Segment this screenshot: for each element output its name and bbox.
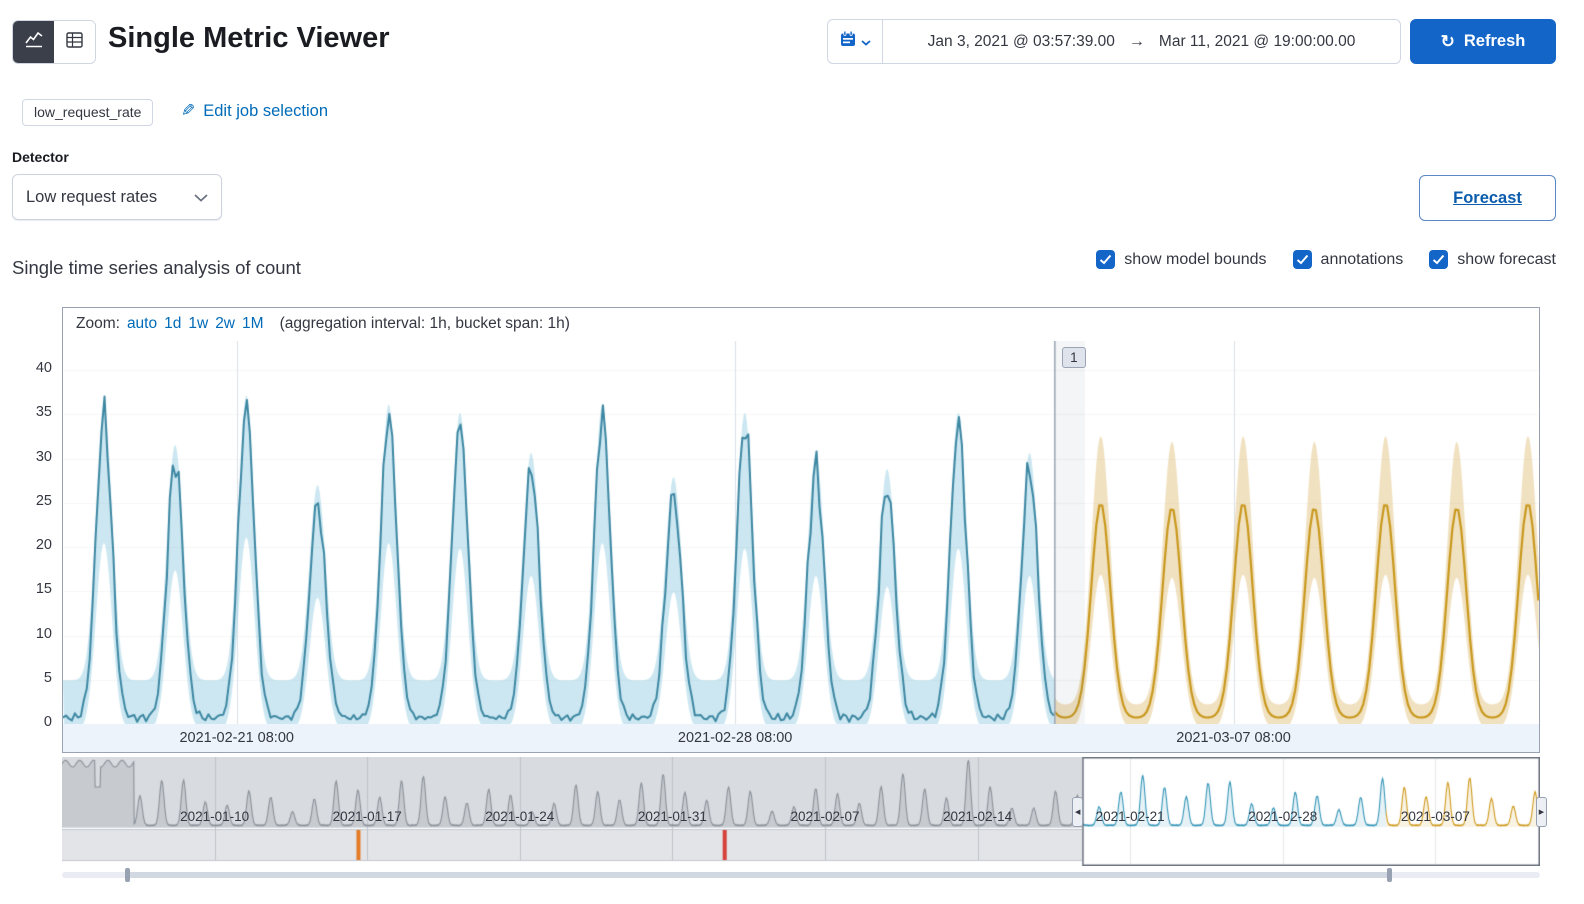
single-metric-viewer-page: Single Metric Viewer Jan 3, 2021 @ 03:57… bbox=[0, 0, 1584, 904]
checkbox-label: show model bounds bbox=[1124, 250, 1267, 268]
y-axis-tick-label: 10 bbox=[35, 625, 52, 642]
chart-line-icon bbox=[24, 31, 43, 53]
y-axis-tick-label: 30 bbox=[35, 448, 52, 465]
x-axis-tick-label: 2021-03-07 08:00 bbox=[1176, 730, 1291, 746]
chart-view-button[interactable] bbox=[13, 21, 54, 63]
view-toggle-group bbox=[12, 20, 96, 64]
main-chart-canvas[interactable] bbox=[63, 341, 1539, 724]
y-axis-tick-label: 20 bbox=[35, 537, 52, 554]
select-chevron-down-icon bbox=[194, 188, 208, 207]
refresh-button-label: Refresh bbox=[1463, 32, 1526, 50]
checkbox-show-model-bounds[interactable] bbox=[1096, 250, 1116, 269]
refresh-icon bbox=[1441, 32, 1455, 52]
detector-selected-option: Low request rates bbox=[26, 187, 158, 206]
y-axis-tick-label: 0 bbox=[43, 714, 52, 730]
scrollbar-handle-left[interactable] bbox=[125, 868, 130, 882]
forecast-button[interactable]: Forecast bbox=[1419, 175, 1556, 221]
checkbox-label: show forecast bbox=[1457, 250, 1556, 268]
time-range-end[interactable]: Mar 11, 2021 @ 19:00:00.00 bbox=[1159, 33, 1355, 51]
y-axis-tick-label: 15 bbox=[35, 581, 52, 598]
job-badge: low_request_rate bbox=[22, 99, 154, 126]
y-axis-tick-label: 5 bbox=[43, 669, 52, 686]
show-forecast-option: show forecast bbox=[1429, 250, 1556, 269]
y-axis-tick-label: 35 bbox=[35, 404, 52, 421]
y-axis-tick-label: 40 bbox=[35, 360, 52, 377]
refresh-button[interactable]: Refresh bbox=[1410, 19, 1556, 64]
analysis-title: Single time series analysis of count bbox=[12, 257, 301, 278]
pencil-icon bbox=[181, 101, 195, 121]
table-view-button[interactable] bbox=[54, 21, 95, 63]
chevron-down-icon bbox=[861, 33, 871, 51]
context-chart-canvas[interactable] bbox=[62, 757, 1540, 866]
date-picker: Jan 3, 2021 @ 03:57:39.00 Mar 11, 2021 @… bbox=[827, 19, 1401, 64]
zoom-option-1M[interactable]: 1M bbox=[242, 315, 264, 333]
table-icon bbox=[66, 31, 83, 53]
scrollbar-thumb[interactable] bbox=[128, 872, 1390, 878]
x-axis-strip: 2021-02-21 08:00 2021-02-28 08:00 2021-03-… bbox=[63, 724, 1539, 752]
zoom-option-2w[interactable]: 2w bbox=[215, 315, 235, 333]
show-model-bounds-option: show model bounds bbox=[1096, 250, 1267, 269]
zoom-option-auto[interactable]: auto bbox=[127, 315, 157, 333]
calendar-icon bbox=[839, 30, 857, 53]
checkbox-label: annotations bbox=[1320, 250, 1404, 268]
checkbox-show-forecast[interactable] bbox=[1429, 250, 1449, 269]
main-chart-panel: Zoom: auto 1d 1w 2w 1M (aggregation inte… bbox=[62, 307, 1540, 753]
time-range-start[interactable]: Jan 3, 2021 @ 03:57:39.00 bbox=[928, 33, 1115, 51]
brush-handle-left[interactable] bbox=[1072, 797, 1084, 827]
scrollbar-handle-right[interactable] bbox=[1387, 868, 1392, 882]
annotation-badge[interactable]: 1 bbox=[1061, 347, 1086, 368]
annotations-option: annotations bbox=[1292, 250, 1404, 269]
edit-job-selection-link[interactable]: Edit job selection bbox=[181, 101, 328, 121]
zoom-controls: Zoom: auto 1d 1w 2w 1M (aggregation inte… bbox=[76, 315, 570, 333]
chart-options-row: show model bounds annotations show forec… bbox=[1096, 250, 1556, 269]
context-chart: 2021-01-10 2021-01-17 2021-01-24 2021-01-31… bbox=[62, 757, 1547, 866]
page-title: Single Metric Viewer bbox=[108, 22, 390, 54]
checkbox-annotations[interactable] bbox=[1292, 250, 1312, 269]
x-axis-tick-label: 2021-02-21 08:00 bbox=[179, 730, 294, 746]
y-axis-labels: 0 5 10 15 20 25 30 35 40 bbox=[6, 340, 52, 730]
detector-label: Detector bbox=[12, 149, 69, 165]
brush-handle-right[interactable] bbox=[1536, 797, 1547, 827]
zoom-option-1d[interactable]: 1d bbox=[164, 315, 181, 333]
edit-job-selection-label: Edit job selection bbox=[203, 101, 328, 120]
aggregation-note: (aggregation interval: 1h, bucket span: … bbox=[279, 315, 570, 332]
x-axis-tick-label: 2021-02-28 08:00 bbox=[677, 730, 793, 746]
detector-select[interactable]: Low request rates bbox=[12, 174, 222, 220]
zoom-option-1w[interactable]: 1w bbox=[188, 315, 208, 333]
quick-select-button[interactable] bbox=[828, 20, 883, 63]
arrow-right-icon bbox=[1129, 33, 1145, 51]
y-axis-tick-label: 25 bbox=[35, 492, 52, 509]
timeline-scrollbar bbox=[62, 868, 1540, 882]
time-range-display: Jan 3, 2021 @ 03:57:39.00 Mar 11, 2021 @… bbox=[883, 20, 1400, 63]
zoom-label: Zoom: bbox=[76, 315, 120, 332]
